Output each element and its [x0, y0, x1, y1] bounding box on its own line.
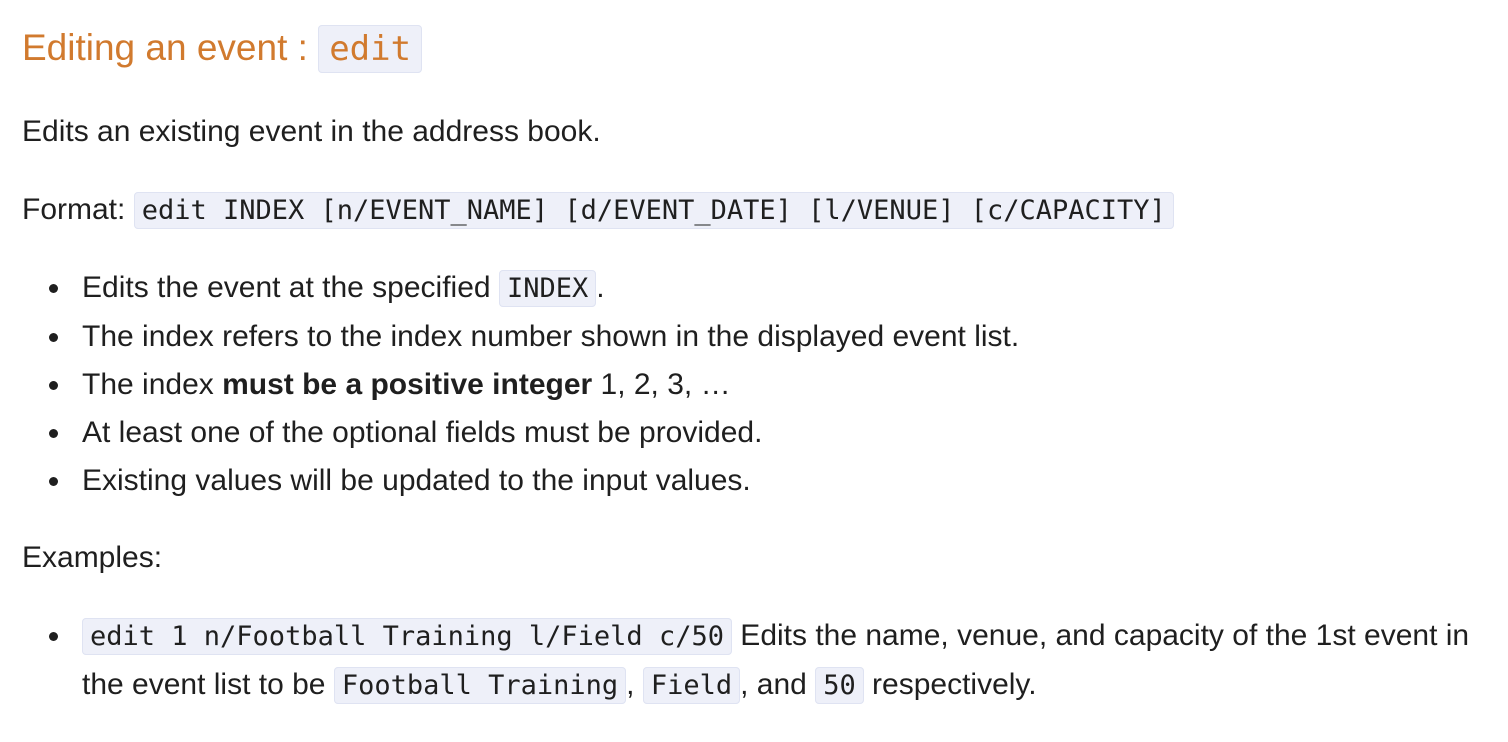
notes-list: Edits the event at the specified INDEX. … [22, 264, 1492, 505]
example-text: respectively. [863, 668, 1037, 701]
format-syntax-code: edit INDEX [n/EVENT_NAME] [d/EVENT_DATE]… [133, 192, 1174, 229]
example-venue-code: Field [642, 667, 741, 704]
format-paragraph: Format: edit INDEX [n/EVENT_NAME] [d/EVE… [22, 190, 1174, 231]
examples-list: edit 1 n/Football Training l/Field c/50 … [22, 612, 1492, 710]
note-text: 1, 2, 3, … [592, 368, 731, 401]
list-item: Existing values will be updated to the i… [22, 457, 1492, 505]
list-item: Edits the event at the specified INDEX. [22, 264, 1492, 313]
index-code: INDEX [498, 270, 597, 307]
list-item: At least one of the optional fields must… [22, 409, 1492, 457]
example-command-code: edit 1 n/Football Training l/Field c/50 [82, 618, 732, 655]
note-text: . [596, 271, 605, 304]
document-page: Editing an event : edit Edits an existin… [0, 0, 1508, 742]
example-text: , and [740, 668, 816, 701]
note-text: The index [82, 368, 223, 401]
heading-text: Editing an event : [22, 27, 319, 68]
list-item: edit 1 n/Football Training l/Field c/50 … [22, 612, 1492, 710]
example-capacity-code: 50 [815, 667, 864, 704]
note-text: Edits the event at the specified [82, 271, 499, 304]
emphasis-text: must be a positive integer [222, 368, 593, 401]
heading-command-code: edit [318, 25, 423, 73]
intro-paragraph: Edits an existing event in the address b… [22, 115, 601, 148]
examples-label: Examples: [22, 541, 163, 574]
section-heading: Editing an event : edit [22, 22, 423, 75]
example-name-code: Football Training [333, 667, 627, 704]
example-text: , [626, 668, 643, 701]
list-item: The index must be a positive integer 1, … [22, 361, 1492, 409]
list-item: The index refers to the index number sho… [22, 313, 1492, 361]
format-label: Format: [22, 193, 134, 226]
